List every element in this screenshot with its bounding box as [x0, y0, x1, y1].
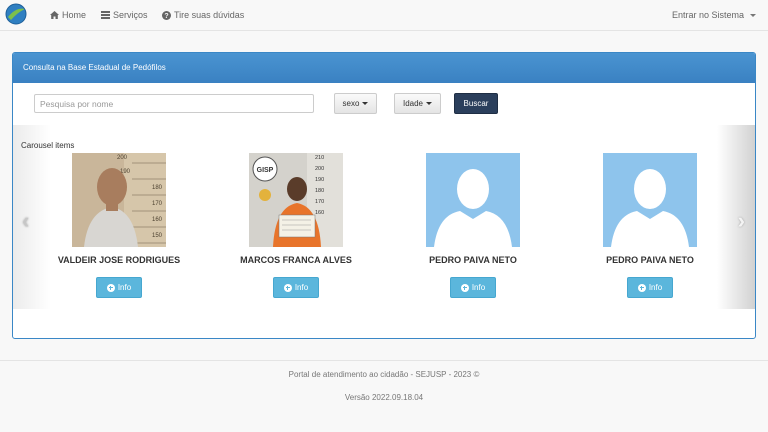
footer-copyright: Portal de atendimento ao cidadão - SEJUS…: [288, 370, 480, 379]
carousel-label: Carousel items: [21, 141, 75, 150]
svg-text:170: 170: [315, 199, 324, 205]
search-panel: Consulta na Base Estadual de Pedófilos s…: [12, 52, 756, 339]
person-name: VALDEIR JOSE RODRIGUES: [57, 255, 181, 265]
person-card: PEDRO PAIVA NETO Info: [398, 153, 548, 298]
svg-text:170: 170: [152, 201, 163, 207]
idade-label: Idade: [402, 99, 424, 108]
nav-servicos[interactable]: Serviços: [101, 10, 148, 20]
footer-version: Versão 2022.09.18.04: [344, 393, 424, 402]
svg-text:190: 190: [315, 177, 324, 183]
plus-circle-icon: [460, 283, 469, 292]
nav-duvidas-label: Tire suas dúvidas: [174, 10, 245, 20]
nav-login-dropdown[interactable]: Entrar no Sistema: [672, 10, 756, 20]
plus-circle-icon: [637, 283, 646, 292]
chevron-left-icon[interactable]: ‹: [22, 208, 29, 234]
avatar-placeholder-icon[interactable]: [426, 153, 520, 247]
person-name: PEDRO PAIVA NETO: [429, 255, 517, 265]
svg-text:200: 200: [315, 166, 324, 172]
avatar-placeholder-icon[interactable]: [603, 153, 697, 247]
person-photo[interactable]: 200190180 170160150: [72, 153, 166, 247]
nav-home-label: Home: [62, 10, 87, 20]
caret-down-icon: [362, 102, 369, 105]
person-card: PEDRO PAIVA NETO Info: [575, 153, 725, 298]
svg-text:180: 180: [315, 188, 324, 194]
sexo-label: sexo: [342, 99, 360, 108]
top-navbar: Home Serviços ? Tire suas dúvidas Entrar…: [0, 0, 768, 31]
svg-text:160: 160: [315, 210, 324, 216]
info-button[interactable]: Info: [627, 277, 673, 298]
home-icon: [50, 11, 59, 19]
plus-circle-icon: [283, 283, 292, 292]
svg-text:GISP: GISP: [257, 167, 274, 174]
info-button[interactable]: Info: [273, 277, 319, 298]
caret-down-icon: [426, 102, 433, 105]
person-card: 200 190 180 170 160 150 VALDEIR JOSE RODRIGU…: [44, 153, 194, 298]
panel-title: Consulta na Base Estadual de Pedófilos: [13, 53, 755, 83]
footer-divider: [0, 360, 768, 361]
idade-dropdown[interactable]: Idade: [394, 93, 441, 114]
info-button-label: Info: [471, 283, 486, 292]
svg-text:200: 200: [117, 155, 128, 161]
question-circle-icon: ?: [162, 10, 171, 20]
nav-duvidas[interactable]: ? Tire suas dúvidas: [162, 10, 244, 20]
buscar-button[interactable]: Buscar: [454, 93, 498, 114]
plus-circle-icon: [106, 283, 115, 292]
info-button-label: Info: [294, 283, 309, 292]
info-button-label: Info: [648, 283, 663, 292]
svg-text:180: 180: [152, 185, 163, 191]
person-name: MARCOS FRANCA ALVES: [240, 255, 352, 265]
search-input[interactable]: [34, 94, 314, 113]
sexo-dropdown[interactable]: sexo: [334, 93, 377, 114]
person-photo[interactable]: 210 200 190 180 170 160 GISP: [249, 153, 343, 247]
caret-down-icon: [750, 13, 756, 17]
info-button[interactable]: Info: [96, 277, 142, 298]
svg-text:150: 150: [152, 233, 163, 239]
svg-text:160: 160: [152, 217, 163, 223]
nav-home[interactable]: Home: [50, 10, 86, 20]
svg-text:?: ?: [164, 13, 168, 20]
logo-icon[interactable]: [5, 3, 27, 25]
nav-login-label: Entrar no Sistema: [671, 10, 744, 20]
info-button-label: Info: [117, 283, 132, 292]
list-icon: [101, 11, 110, 19]
svg-text:210: 210: [315, 155, 324, 161]
person-card: 210 200 190 180 170 160 GISP MARCOS FRANCA A…: [221, 153, 371, 298]
chevron-right-icon[interactable]: ›: [738, 208, 745, 234]
info-button[interactable]: Info: [450, 277, 496, 298]
nav-servicos-label: Serviços: [113, 10, 148, 20]
person-name: PEDRO PAIVA NETO: [606, 255, 694, 265]
